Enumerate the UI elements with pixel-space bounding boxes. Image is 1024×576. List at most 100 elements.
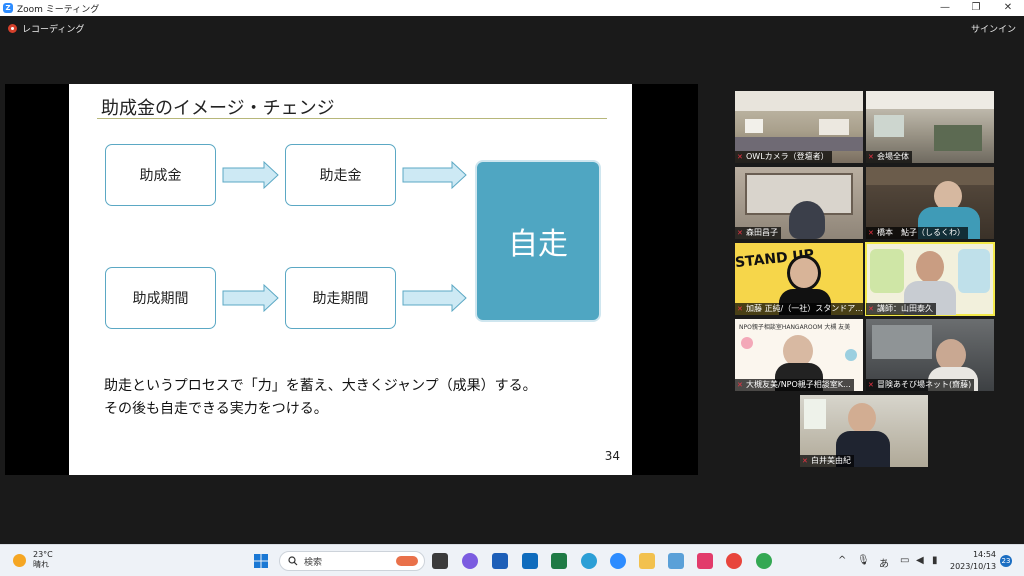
background-illustration [870,249,904,293]
file-explorer-icon[interactable] [639,553,655,569]
audience [934,125,982,151]
person-silhouette [789,201,825,239]
taskbar: 23°C 晴れ 検索 ^ 🎙 あ ▭ ◀ ▮ 14:54 2023/10/13 … [0,544,1024,576]
recording-label: レコーディング [22,25,85,35]
participant-name: ✕ 森田昌子 [735,227,781,239]
taskbar-search[interactable]: 検索 [279,551,425,571]
box-jisou: 自走 [475,160,601,322]
window-frame [872,325,932,359]
ceiling [735,91,863,111]
participant-tile[interactable]: NPO親子相談室HANGAROOM 大槻 友美 ✕ 大槻友美/NPO親子相談室K.… [735,319,863,391]
search-highlight-icon [396,556,418,566]
mic-muted-icon: ✕ [802,457,808,465]
arrow-right-icon [222,161,279,189]
volume-icon[interactable]: ◀ [916,555,924,566]
participant-name: ✕ 白井美由紀 [800,455,854,467]
system-clock[interactable]: 14:54 2023/10/13 [950,549,996,573]
shelf [866,167,994,185]
slide: 助成金のイメージ・チェンジ 助成金 助走金 助成期間 助走期間 自走 助走という… [69,84,632,475]
ceiling [866,91,994,109]
participant-name: ✕ 会場全体 [866,151,912,163]
restore-button[interactable]: ❐ [961,0,991,16]
weather-temp: 23°C [33,550,53,559]
participant-name: ✕ 講師：山田泰久 [866,303,936,315]
participant-tile[interactable]: ✕ 冒険あそび場ネット(齋藤) [866,319,994,391]
npo-banner: NPO親子相談室HANGAROOM 大槻 友美 [739,324,851,331]
participant-name-text: 白井美由紀 [811,456,851,465]
recording-indicator[interactable]: レコーディング [8,22,84,35]
person-face [848,403,876,433]
participant-name-text: 会場全体 [877,152,909,161]
participant-tile[interactable]: ✕ 橋本 鮎子（しるくわ） [866,167,994,239]
chrome-icon[interactable] [726,553,742,569]
edge-icon[interactable] [581,553,597,569]
zoom-icon[interactable] [610,553,626,569]
arrow-right-icon [402,161,467,189]
title-rule [97,118,607,119]
battery-icon[interactable]: ▮ [932,555,938,566]
window-frame [874,115,904,137]
excel-icon[interactable] [551,553,567,569]
slack-icon[interactable] [697,553,713,569]
network-icon[interactable]: ▭ [900,555,909,566]
microphone-icon[interactable]: 🎙 [857,555,870,566]
participant-name-text: 大槻友美/NPO親子相談室K... [746,380,851,389]
participant-name-text: 冒険あそび場ネット(齋藤) [877,380,972,389]
participant-name-text: 橋本 鮎子（しるくわ） [877,228,965,237]
box-josei-kin: 助成金 [105,144,216,206]
record-icon [8,24,17,33]
slide-title: 助成金のイメージ・チェンジ [101,98,335,119]
flower-decoration [845,349,857,361]
mic-muted-icon: ✕ [737,153,743,161]
box-josou-kin: 助走金 [285,144,396,206]
clock-date: 2023/10/13 [950,562,997,571]
participant-tile[interactable]: ✕ 会場全体 [866,91,994,163]
mic-muted-icon: ✕ [737,229,743,237]
windows-start-icon[interactable] [253,553,269,569]
weather-condition: 晴れ [33,560,49,569]
mic-muted-icon: ✕ [868,381,874,389]
notepad-icon[interactable] [668,553,684,569]
close-button[interactable]: ✕ [993,0,1023,16]
zoom-logo-icon: Z [3,3,13,13]
arrow-right-icon [222,284,279,312]
mic-muted-icon: ✕ [868,153,874,161]
participant-name: ✕ 加藤 正純/（一社）スタンドア... [735,303,863,315]
window-title: Zoom ミーティング [17,4,100,15]
meeting-topbar: レコーディング サインイン [0,16,1024,40]
outlook-icon[interactable] [522,553,538,569]
signin-button[interactable]: サインイン [971,22,1016,35]
search-placeholder: 検索 [304,557,323,568]
sun-icon [13,553,26,567]
participant-tile[interactable]: ✕ 白井美由紀 [800,395,928,467]
mic-muted-icon: ✕ [737,305,743,313]
participant-name: ✕ 橋本 鮎子（しるくわ） [866,227,968,239]
participant-tile-active-speaker[interactable]: ✕ 講師：山田泰久 [865,242,995,316]
tray-overflow-chevron[interactable]: ^ [838,555,846,566]
notification-badge[interactable]: 23 [1000,555,1012,567]
weather-widget[interactable]: 23°C 晴れ [13,550,53,570]
participant-name-text: 森田昌子 [746,228,778,237]
ime-indicator[interactable]: あ [879,555,889,570]
chrome-profile-icon[interactable] [756,553,772,569]
slide-line-2: その後も自走できる実力をつける。 [104,401,328,417]
window-frame [804,399,826,429]
minimize-button[interactable]: — [930,0,960,16]
participant-name: ✕ 冒険あそび場ネット(齋藤) [866,379,975,391]
slide-line-1: 助走というプロセスで「力」を蓄え、大きくジャンプ（成果）する。 [104,378,537,394]
box-josou-kikan: 助走期間 [285,267,396,329]
search-icon [288,556,298,566]
participant-name: ✕ 大槻友美/NPO親子相談室K... [735,379,854,391]
word-icon[interactable] [492,553,508,569]
flower-decoration [741,337,753,349]
teams-chat-icon[interactable] [462,553,478,569]
participant-tile[interactable]: ✕ OWLカメラ（登壇者） [735,91,863,163]
participant-tile[interactable]: ✕ 森田昌子 [735,167,863,239]
window-frame [745,119,763,133]
slide-page-number: 34 [604,449,620,463]
clock-time: 14:54 [972,550,996,559]
participant-name-text: OWLカメラ（登壇者） [746,152,829,161]
window-titlebar: Z Zoom ミーティング [0,0,1024,16]
participant-tile[interactable]: STAND UP ✕ 加藤 正純/（一社）スタンドア... [735,243,863,315]
task-view-icon[interactable] [432,553,448,569]
